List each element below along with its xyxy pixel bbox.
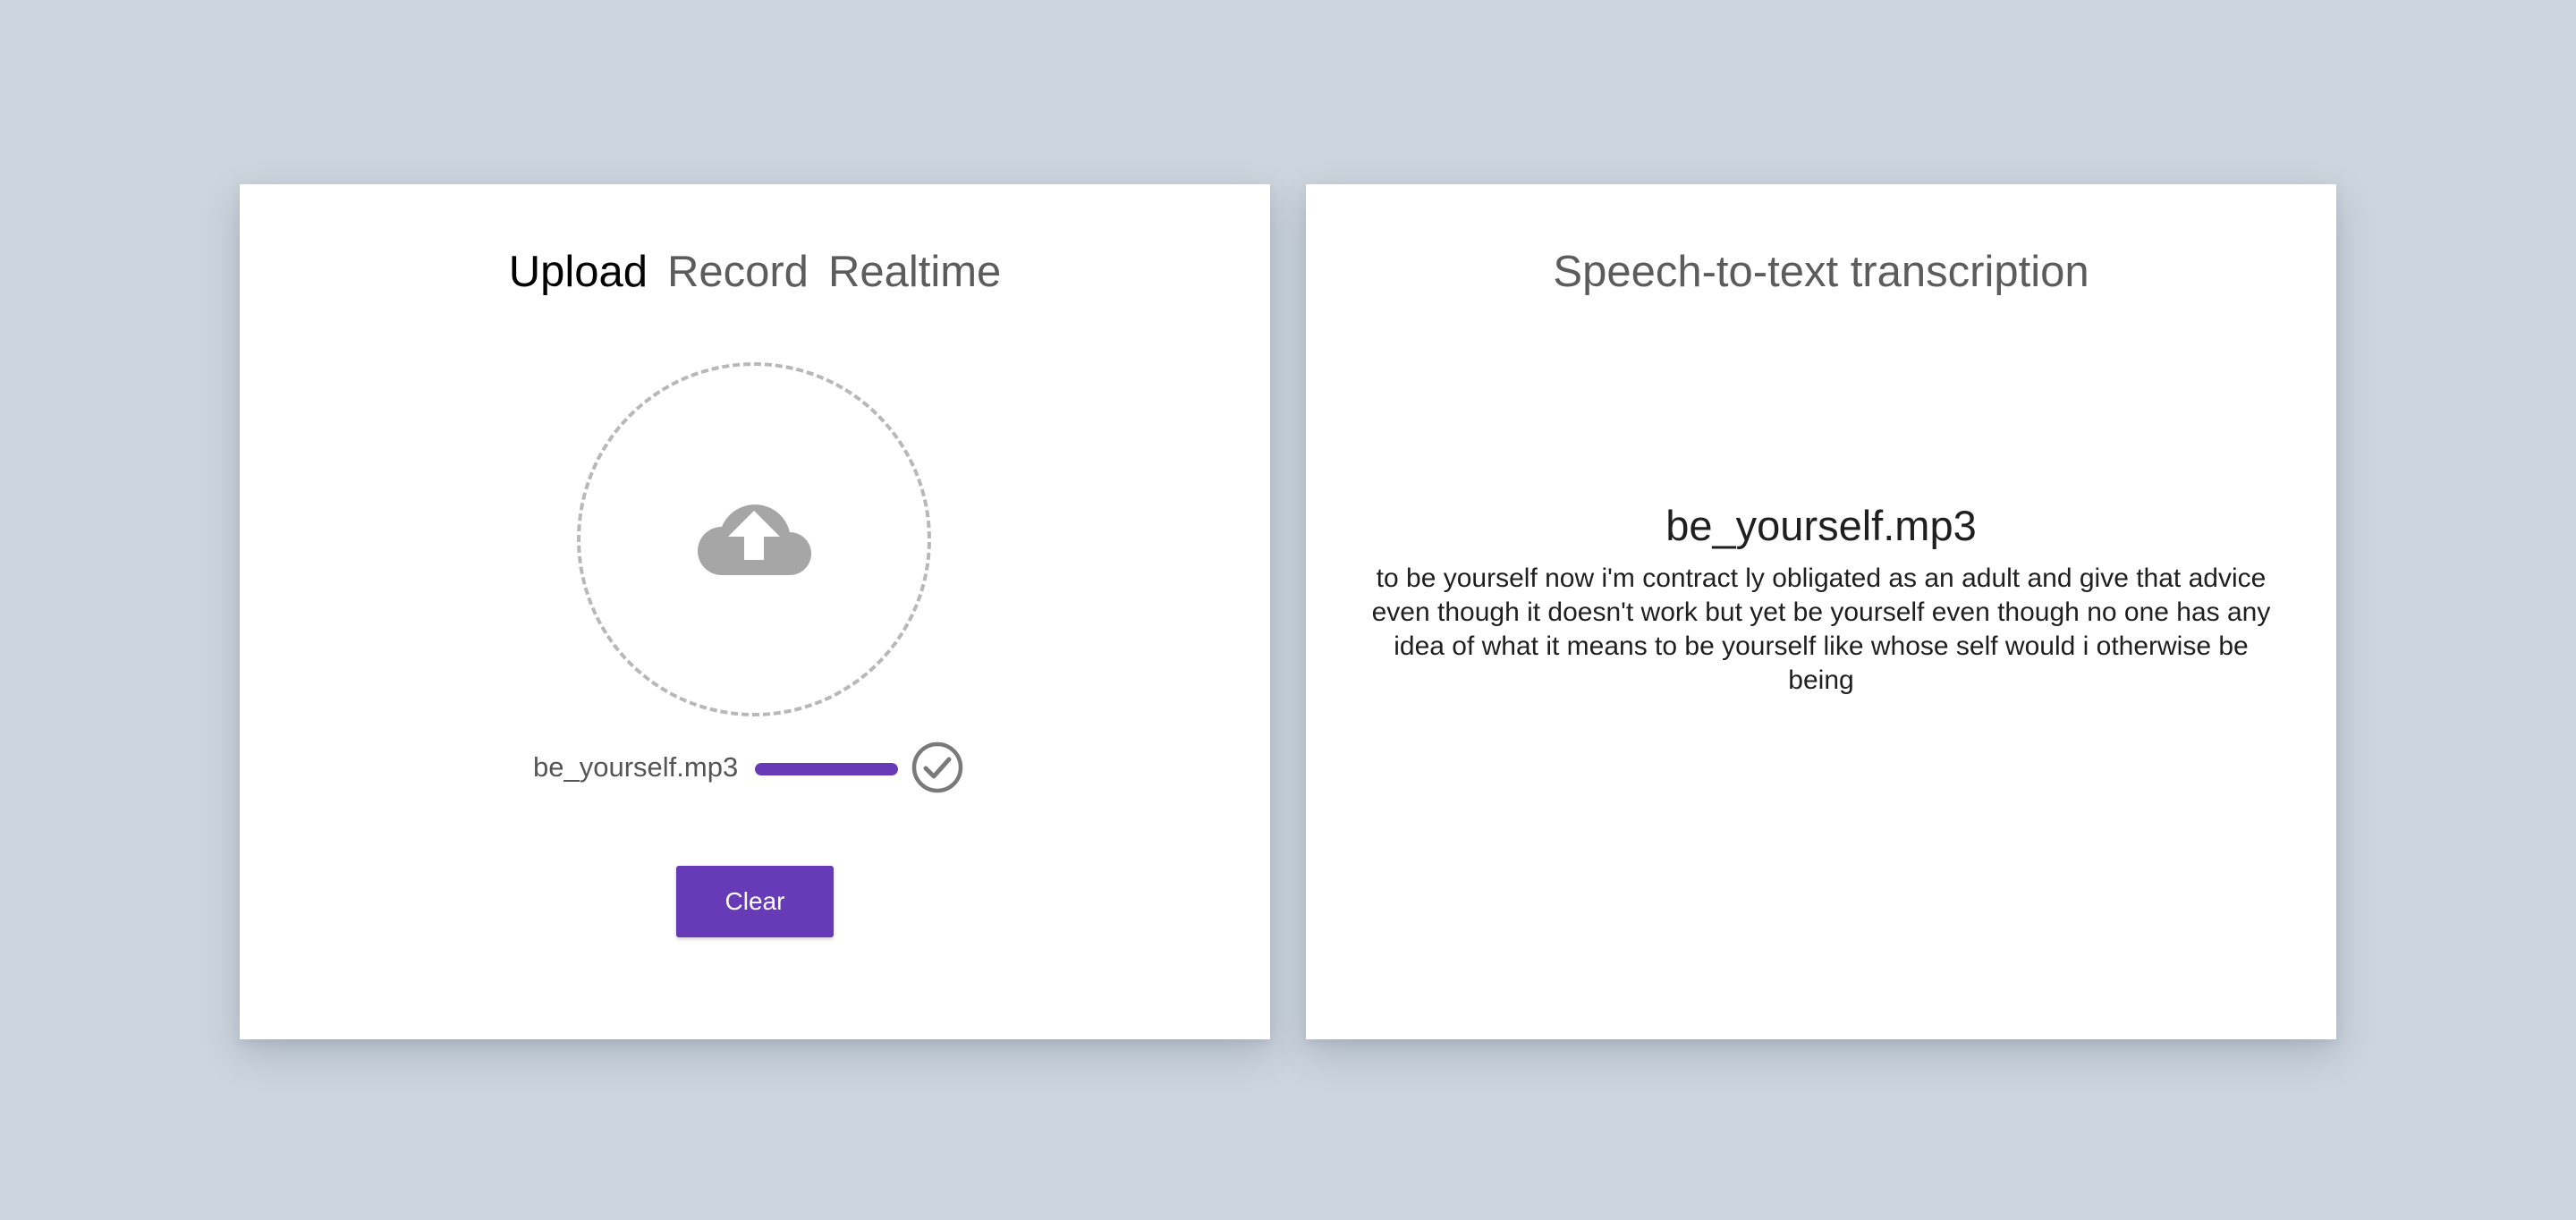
upload-progress-bar xyxy=(755,763,898,775)
transcription-title: Speech-to-text transcription xyxy=(1553,248,2089,296)
check-circle-icon xyxy=(911,741,963,793)
result-file-name: be_yourself.mp3 xyxy=(1665,502,1977,549)
tabs: Upload Record Realtime xyxy=(240,245,1270,299)
tab-upload[interactable]: Upload xyxy=(509,245,648,299)
transcription-result: be_yourself.mp3 to be yourself now i'm c… xyxy=(1367,501,2275,698)
upload-progress-fill xyxy=(755,763,898,775)
cloud-upload-icon xyxy=(698,504,811,575)
tab-realtime[interactable]: Realtime xyxy=(828,245,1001,299)
upload-panel: Upload Record Realtime be_yourself.mp3 C… xyxy=(240,184,1270,1039)
tab-record[interactable]: Record xyxy=(667,245,809,299)
clear-button[interactable]: Clear xyxy=(676,866,834,937)
uploaded-file-name: be_yourself.mp3 xyxy=(533,751,739,783)
transcription-text: to be yourself now i'm contract ly oblig… xyxy=(1371,563,2271,695)
transcription-panel: Speech-to-text transcription be_yourself… xyxy=(1306,184,2336,1039)
uploaded-file-row: be_yourself.mp3 xyxy=(240,739,1270,796)
upload-dropzone[interactable] xyxy=(577,362,931,716)
